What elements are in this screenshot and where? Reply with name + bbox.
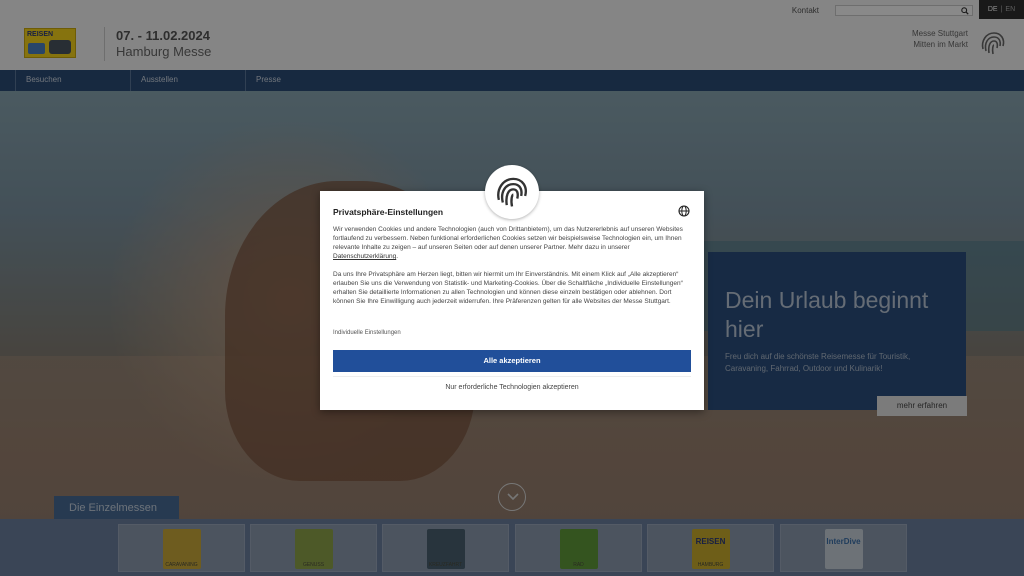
einzelmessen-tab[interactable]: Die Einzelmessen bbox=[54, 496, 179, 520]
fair-card-label: RAD bbox=[573, 562, 584, 568]
fair-card-genuss[interactable]: GENUSS bbox=[250, 524, 377, 572]
search-input[interactable] bbox=[836, 13, 956, 22]
main-nav: Besuchen Ausstellen Presse bbox=[0, 70, 1024, 91]
contact-link[interactable]: Kontakt bbox=[792, 6, 819, 15]
fair-card-interdive[interactable]: InterDive bbox=[780, 524, 907, 572]
utility-bar: Kontakt DE | EN bbox=[792, 0, 1024, 22]
brand-line-1: Messe Stuttgart bbox=[911, 29, 968, 38]
promo-text: Freu dich auf die schönste Reisemesse fü… bbox=[725, 352, 911, 373]
fair-card-rad[interactable]: RAD bbox=[515, 524, 642, 572]
messe-stuttgart-brand[interactable]: Messe Stuttgart Mitten im Markt bbox=[912, 28, 968, 50]
camper-icon bbox=[49, 40, 71, 54]
site-header: Kontakt DE | EN REISEN 07. - 11.02.2024 … bbox=[0, 0, 1024, 70]
promo-box: Dein Urlaub beginnt hier Freu dich auf d… bbox=[708, 252, 966, 410]
nav-item-presse[interactable]: Presse bbox=[245, 70, 360, 91]
caravan-icon bbox=[28, 43, 45, 54]
dialog-paragraph-2: Da uns Ihre Privatsphäre am Herzen liegt… bbox=[333, 271, 683, 305]
chevron-down-icon bbox=[507, 493, 519, 501]
search-box[interactable] bbox=[835, 5, 973, 22]
nav-item-ausstellen[interactable]: Ausstellen bbox=[130, 70, 245, 91]
lang-en[interactable]: EN bbox=[1005, 6, 1015, 13]
fair-card-label: HAMBURG bbox=[697, 562, 724, 568]
fair-card-label: CARAVANING bbox=[165, 562, 198, 568]
individual-settings-link[interactable]: Individuelle Einstellungen bbox=[333, 330, 401, 336]
fair-card-label: KREUZFAHRT bbox=[428, 562, 463, 568]
globe-icon[interactable] bbox=[678, 205, 690, 217]
event-date: 07. - 11.02.2024 bbox=[116, 28, 210, 43]
reisen-logo-word: REISEN bbox=[27, 31, 54, 38]
fair-card-word: REISEN bbox=[695, 537, 726, 546]
fingerprint-logo-icon[interactable] bbox=[977, 27, 1009, 59]
fingerprint-icon bbox=[497, 177, 527, 207]
header-divider bbox=[104, 27, 105, 61]
dialog-title: Privatsphäre-Einstellungen bbox=[333, 207, 444, 217]
dialog-logo bbox=[485, 165, 539, 219]
dialog-paragraph-1-text: Wir verwenden Cookies und andere Technol… bbox=[333, 226, 683, 251]
scroll-down-button[interactable] bbox=[498, 483, 526, 511]
dialog-paragraph-1-end: . bbox=[396, 253, 399, 260]
accept-all-button[interactable]: Alle akzeptieren bbox=[333, 350, 691, 372]
brand-line-2: Mitten im Markt bbox=[913, 40, 968, 49]
fair-card-reisen[interactable]: REISEN HAMBURG bbox=[647, 524, 774, 572]
fair-card-word: InterDive bbox=[826, 537, 861, 546]
fair-card-label: GENUSS bbox=[302, 562, 325, 568]
lang-de[interactable]: DE bbox=[988, 6, 998, 13]
privacy-policy-link[interactable]: Datenschutzerklärung bbox=[333, 253, 396, 260]
lang-separator: | bbox=[1000, 6, 1003, 13]
more-info-button[interactable]: mehr erfahren bbox=[877, 396, 967, 416]
reisen-logo[interactable]: REISEN bbox=[24, 28, 76, 58]
privacy-consent-dialog: Privatsphäre-Einstellungen Wir verwenden… bbox=[320, 191, 704, 410]
search-icon[interactable] bbox=[961, 7, 969, 15]
language-switcher: DE | EN bbox=[979, 0, 1024, 19]
event-place: Hamburg Messe bbox=[116, 44, 212, 59]
accept-necessary-button[interactable]: Nur erforderliche Technologien akzeptier… bbox=[333, 376, 691, 398]
fair-card-caravaning[interactable]: CARAVANING bbox=[118, 524, 245, 572]
interdive-logo-icon bbox=[825, 529, 863, 569]
fair-card-kreuzfahrt[interactable]: KREUZFAHRT bbox=[382, 524, 509, 572]
nav-item-besuchen[interactable]: Besuchen bbox=[15, 70, 130, 91]
promo-title: Dein Urlaub beginnt hier bbox=[725, 287, 929, 342]
dialog-paragraph-1: Wir verwenden Cookies und andere Technol… bbox=[333, 225, 693, 261]
